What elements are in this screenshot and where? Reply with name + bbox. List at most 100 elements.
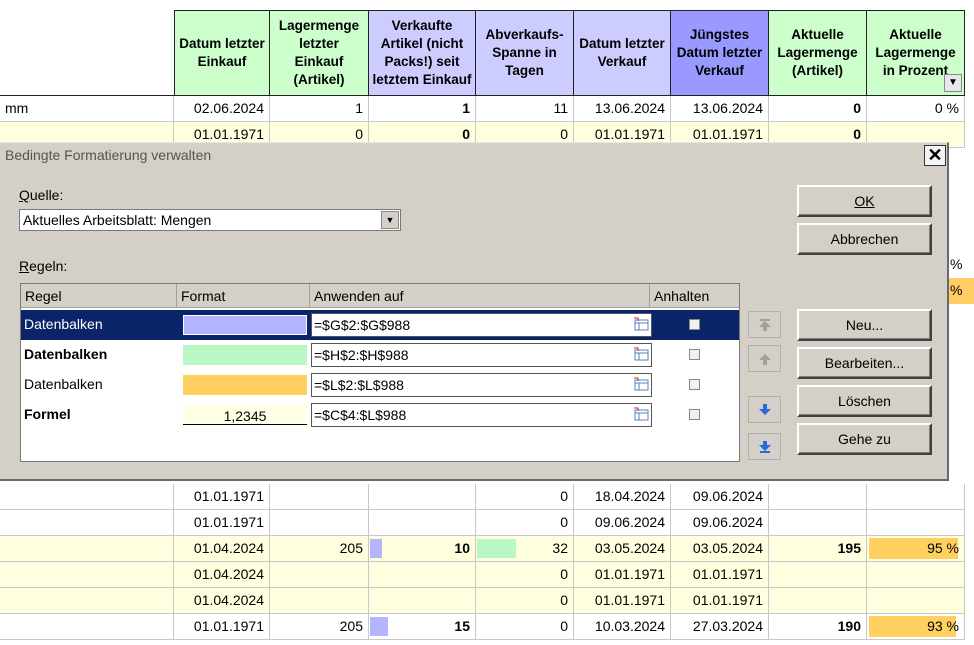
- sheet-cell[interactable]: [0, 510, 174, 536]
- sheet-cell[interactable]: [0, 614, 174, 640]
- header-juengstes-datum[interactable]: Jüngstes Datum letzter Verkauf: [671, 10, 769, 96]
- stop-if-true-checkbox[interactable]: [689, 409, 700, 420]
- sheet-cell[interactable]: 01.01.1971: [174, 614, 270, 640]
- header-lagermenge-letzter-einkauf[interactable]: Lagermenge letzter Einkauf (Artikel): [270, 10, 369, 96]
- sheet-cell[interactable]: 13.06.2024: [574, 96, 671, 122]
- sheet-cell[interactable]: [369, 588, 476, 614]
- sheet-cell[interactable]: 93 %: [867, 614, 965, 640]
- ok-button[interactable]: OK: [797, 185, 932, 217]
- sheet-cell[interactable]: 0: [769, 96, 867, 122]
- new-button[interactable]: Neu...: [797, 309, 932, 341]
- sheet-cell[interactable]: 32: [476, 536, 574, 562]
- sheet-cell[interactable]: 0: [476, 484, 574, 510]
- rule-row[interactable]: Formel 1,2345 =$C$4:$L$988: [21, 400, 739, 430]
- stop-if-true-checkbox[interactable]: [689, 379, 700, 390]
- sheet-cell[interactable]: 27.03.2024: [671, 614, 769, 640]
- sheet-cell[interactable]: [0, 562, 174, 588]
- sheet-cell[interactable]: [270, 588, 369, 614]
- sheet-cell[interactable]: 09.06.2024: [574, 510, 671, 536]
- sheet-cell[interactable]: 18.04.2024: [574, 484, 671, 510]
- sheet-cell[interactable]: [769, 562, 867, 588]
- range-picker-icon[interactable]: [633, 407, 649, 421]
- rule-range-input[interactable]: =$G$2:$G$988: [311, 313, 652, 337]
- header-aktuelle-lagermenge[interactable]: Aktuelle Lagermenge (Artikel): [769, 10, 867, 96]
- sheet-cell[interactable]: 11: [476, 96, 574, 122]
- sheet-cell[interactable]: 0: [476, 588, 574, 614]
- header-verkaufte-artikel[interactable]: Verkaufte Artikel (nicht Packs!) seit le…: [369, 10, 476, 96]
- stop-if-true-checkbox[interactable]: [689, 349, 700, 360]
- rule-row[interactable]: Datenbalken =$H$2:$H$988: [21, 340, 739, 370]
- edit-button[interactable]: Bearbeiten...: [797, 347, 932, 379]
- sheet-cell[interactable]: 1: [270, 96, 369, 122]
- header-datum-letzter-einkauf[interactable]: Datum letzter Einkauf: [174, 10, 270, 96]
- sheet-cell[interactable]: [769, 588, 867, 614]
- delete-button[interactable]: Löschen: [797, 385, 932, 417]
- sheet-cell[interactable]: [867, 510, 965, 536]
- sheet-cell[interactable]: [369, 562, 476, 588]
- cancel-button[interactable]: Abbrechen: [797, 223, 932, 255]
- sheet-cell[interactable]: 15: [369, 614, 476, 640]
- stop-if-true-checkbox[interactable]: [689, 319, 700, 330]
- column-header-anwenden-auf[interactable]: Anwenden auf: [310, 284, 650, 308]
- sheet-cell[interactable]: 0: [476, 562, 574, 588]
- range-picker-icon[interactable]: [633, 377, 649, 391]
- sheet-cell[interactable]: 10.03.2024: [574, 614, 671, 640]
- sheet-cell[interactable]: 205: [270, 614, 369, 640]
- column-header-regel[interactable]: Regel: [21, 284, 177, 308]
- sheet-cell[interactable]: 1: [369, 96, 476, 122]
- filter-dropdown-icon[interactable]: ▼: [944, 74, 962, 92]
- sheet-cell[interactable]: 195: [769, 536, 867, 562]
- sheet-cell[interactable]: 01.04.2024: [174, 588, 270, 614]
- sheet-cell[interactable]: 01.01.1971: [174, 484, 270, 510]
- sheet-cell[interactable]: [0, 588, 174, 614]
- range-picker-icon[interactable]: [633, 347, 649, 361]
- close-button[interactable]: ✕: [924, 145, 946, 166]
- sheet-cell[interactable]: [0, 536, 174, 562]
- sheet-cell[interactable]: 95 %: [867, 536, 965, 562]
- sheet-cell[interactable]: [867, 562, 965, 588]
- sheet-cell[interactable]: [270, 510, 369, 536]
- sheet-cell[interactable]: 01.01.1971: [671, 588, 769, 614]
- header-datum-letzter-verkauf[interactable]: Datum letzter Verkauf: [574, 10, 671, 96]
- sheet-cell[interactable]: 01.01.1971: [574, 588, 671, 614]
- sheet-cell[interactable]: mm: [0, 96, 174, 122]
- sheet-cell[interactable]: 0: [476, 614, 574, 640]
- move-top-button[interactable]: [748, 311, 781, 338]
- sheet-cell[interactable]: 13.06.2024: [671, 96, 769, 122]
- range-picker-icon[interactable]: [633, 317, 649, 331]
- sheet-cell[interactable]: [270, 484, 369, 510]
- sheet-cell[interactable]: [769, 484, 867, 510]
- header-abverkaufs-spanne[interactable]: Abverkaufs-Spanne in Tagen: [476, 10, 574, 96]
- sheet-cell[interactable]: 03.05.2024: [574, 536, 671, 562]
- chevron-down-icon[interactable]: ▼: [381, 211, 399, 229]
- column-header-format[interactable]: Format: [177, 284, 310, 308]
- rule-range-input[interactable]: =$C$4:$L$988: [311, 403, 652, 427]
- sheet-cell[interactable]: 190: [769, 614, 867, 640]
- sheet-cell[interactable]: 205: [270, 536, 369, 562]
- dialog-titlebar[interactable]: Bedingte Formatierung verwalten ✕: [0, 143, 947, 169]
- column-header-anhalten[interactable]: Anhalten: [650, 284, 739, 308]
- sheet-cell[interactable]: [369, 484, 476, 510]
- sheet-cell[interactable]: 01.01.1971: [671, 562, 769, 588]
- rule-row[interactable]: Datenbalken =$G$2:$G$988: [21, 310, 739, 340]
- sheet-cell[interactable]: 01.04.2024: [174, 562, 270, 588]
- move-down-button[interactable]: [748, 396, 781, 423]
- sheet-cell[interactable]: 10: [369, 536, 476, 562]
- sheet-cell[interactable]: [769, 510, 867, 536]
- sheet-cell[interactable]: [369, 510, 476, 536]
- sheet-cell[interactable]: [0, 484, 174, 510]
- goto-button[interactable]: Gehe zu: [797, 423, 932, 455]
- sheet-cell[interactable]: 0: [476, 510, 574, 536]
- sheet-cell[interactable]: [867, 484, 965, 510]
- sheet-cell[interactable]: 01.04.2024: [174, 536, 270, 562]
- move-up-button[interactable]: [748, 345, 781, 372]
- sheet-cell[interactable]: [867, 588, 965, 614]
- sheet-cell[interactable]: 03.05.2024: [671, 536, 769, 562]
- rule-range-input[interactable]: =$H$2:$H$988: [311, 343, 652, 367]
- rule-range-input[interactable]: =$L$2:$L$988: [311, 373, 652, 397]
- sheet-cell[interactable]: 0 %: [867, 96, 965, 122]
- move-bottom-button[interactable]: [748, 433, 781, 460]
- sheet-cell[interactable]: 01.01.1971: [574, 562, 671, 588]
- sheet-cell[interactable]: 02.06.2024: [174, 96, 270, 122]
- source-select[interactable]: Aktuelles Arbeitsblatt: Mengen ▼: [19, 209, 401, 231]
